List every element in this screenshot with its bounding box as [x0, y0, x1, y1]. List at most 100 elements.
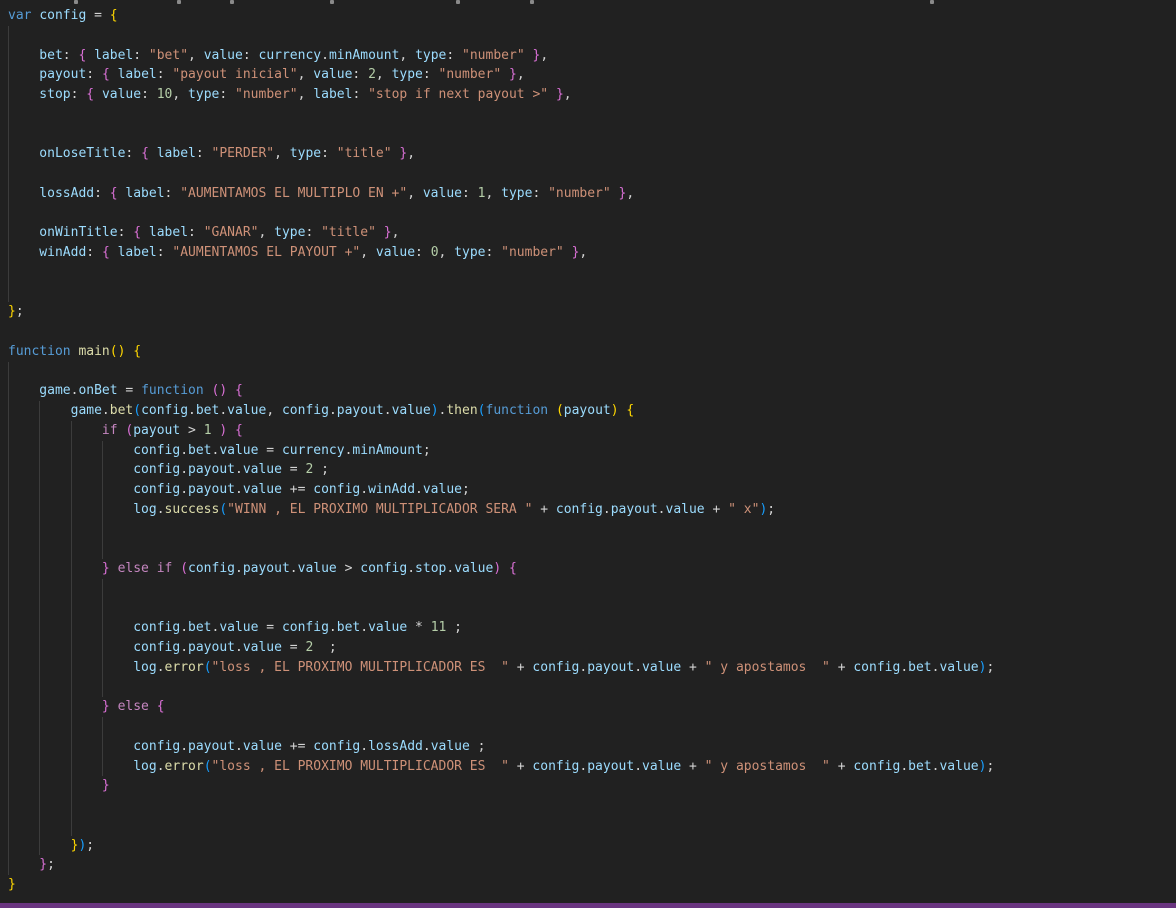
code-token[interactable]: function [486, 403, 549, 418]
code-line[interactable]: }; [8, 855, 55, 875]
code-token[interactable]: value [376, 245, 415, 260]
code-token[interactable]: : [125, 146, 141, 161]
code-token[interactable]: else [118, 561, 149, 576]
code-token[interactable] [149, 561, 157, 576]
code-token[interactable]: . [180, 443, 188, 458]
code-token[interactable]: . [157, 502, 165, 517]
code-token[interactable]: payout [133, 423, 180, 438]
code-line[interactable]: bet: { label: "bet", value: currency.min… [8, 46, 548, 66]
code-token[interactable]: label [118, 245, 157, 260]
code-token[interactable]: ; [16, 304, 24, 319]
code-line[interactable]: config.payout.value = 2 ; [8, 460, 329, 480]
code-token[interactable]: . [603, 502, 611, 517]
code-token[interactable]: value [102, 87, 141, 102]
code-token[interactable]: log [8, 759, 157, 774]
code-token[interactable]: payout [243, 561, 290, 576]
code-token[interactable]: error [165, 759, 204, 774]
code-token[interactable]: config [141, 403, 188, 418]
code-token[interactable]: , [258, 225, 274, 240]
code-token[interactable]: value [939, 759, 978, 774]
code-token[interactable]: . [180, 640, 188, 655]
code-token[interactable]: ; [767, 502, 775, 517]
code-token[interactable]: config [313, 739, 360, 754]
code-token[interactable]: } [8, 838, 78, 853]
code-token[interactable]: var [8, 8, 31, 23]
code-line[interactable]: config.payout.value += config.lossAdd.va… [8, 737, 485, 757]
code-token[interactable]: ( [204, 660, 212, 675]
code-token[interactable]: , [407, 146, 415, 161]
code-token[interactable]: "AUMENTAMOS EL MULTIPLO EN +" [180, 186, 407, 201]
code-token[interactable]: ; [86, 838, 94, 853]
code-token[interactable]: { [133, 225, 141, 240]
code-token[interactable]: log [8, 660, 157, 675]
code-token[interactable]: { [133, 344, 141, 359]
code-token[interactable]: . [321, 48, 329, 63]
code-token[interactable]: . [446, 561, 454, 576]
code-token[interactable]: lossAdd [368, 739, 423, 754]
code-token[interactable]: bet [908, 660, 931, 675]
code-token[interactable]: 1 [204, 423, 212, 438]
code-token[interactable]: type [392, 67, 423, 82]
code-line[interactable]: log.error("loss , EL PROXIMO MULTIPLICAD… [8, 658, 994, 678]
code-token[interactable]: : [188, 225, 204, 240]
code-token[interactable]: } [8, 857, 47, 872]
code-token[interactable]: , [274, 146, 290, 161]
code-token[interactable]: { [110, 8, 118, 23]
code-token[interactable] [501, 561, 509, 576]
code-token[interactable]: config [313, 482, 360, 497]
code-token[interactable]: "stop if next payout >" [368, 87, 548, 102]
code-token[interactable]: . [235, 739, 243, 754]
code-line[interactable]: stop: { value: 10, type: "number", label… [8, 85, 572, 105]
code-token[interactable] [376, 225, 384, 240]
code-token[interactable]: value [454, 561, 493, 576]
code-token[interactable]: 2 [368, 67, 376, 82]
code-token[interactable]: label [157, 146, 196, 161]
code-token[interactable]: 10 [157, 87, 173, 102]
code-line[interactable]: config.payout.value = 2 ; [8, 638, 337, 658]
code-token[interactable]: if [8, 423, 118, 438]
code-token[interactable]: type [188, 87, 219, 102]
code-token[interactable]: stop [8, 87, 71, 102]
code-token[interactable] [227, 383, 235, 398]
code-token[interactable]: = [258, 620, 281, 635]
code-token[interactable]: "number" [235, 87, 298, 102]
code-token[interactable]: config [39, 8, 86, 23]
code-token[interactable]: lossAdd [8, 186, 94, 201]
code-token[interactable]: { [102, 67, 110, 82]
code-token[interactable]: "number" [501, 245, 564, 260]
code-token[interactable]: . [180, 462, 188, 477]
code-token[interactable]: label [149, 225, 188, 240]
code-token[interactable]: currency [259, 48, 322, 63]
code-token[interactable]: bet [110, 403, 133, 418]
code-token[interactable] [611, 186, 619, 201]
code-token[interactable]: "PERDER" [212, 146, 275, 161]
code-token[interactable]: onLoseTitle [8, 146, 125, 161]
code-token[interactable]: . [235, 561, 243, 576]
code-line[interactable]: }); [8, 836, 94, 856]
code-token[interactable]: ( [204, 759, 212, 774]
code-token[interactable]: } [8, 699, 110, 714]
code-token[interactable]: : [86, 67, 102, 82]
code-token[interactable]: game [8, 403, 102, 418]
code-token[interactable]: value [642, 660, 681, 675]
code-token[interactable]: : [141, 87, 157, 102]
code-token[interactable]: onWinTitle [8, 225, 118, 240]
code-token[interactable] [141, 225, 149, 240]
code-token[interactable]: success [165, 502, 220, 517]
code-token[interactable]: value [423, 482, 462, 497]
code-token[interactable]: = [282, 640, 305, 655]
code-token[interactable]: ; [446, 620, 462, 635]
code-token[interactable]: ( [556, 403, 564, 418]
code-token[interactable]: config [188, 561, 235, 576]
code-token[interactable]: config [8, 443, 180, 458]
code-token[interactable]: : [532, 186, 548, 201]
code-token[interactable]: , [399, 48, 415, 63]
code-token[interactable]: > [180, 423, 203, 438]
code-token[interactable]: . [407, 561, 415, 576]
code-token[interactable]: > [337, 561, 360, 576]
code-token[interactable]: "bet" [149, 48, 188, 63]
code-token[interactable]: } [8, 877, 16, 892]
code-token[interactable]: payout [611, 502, 658, 517]
code-token[interactable]: type [290, 146, 321, 161]
code-token[interactable]: * [407, 620, 430, 635]
